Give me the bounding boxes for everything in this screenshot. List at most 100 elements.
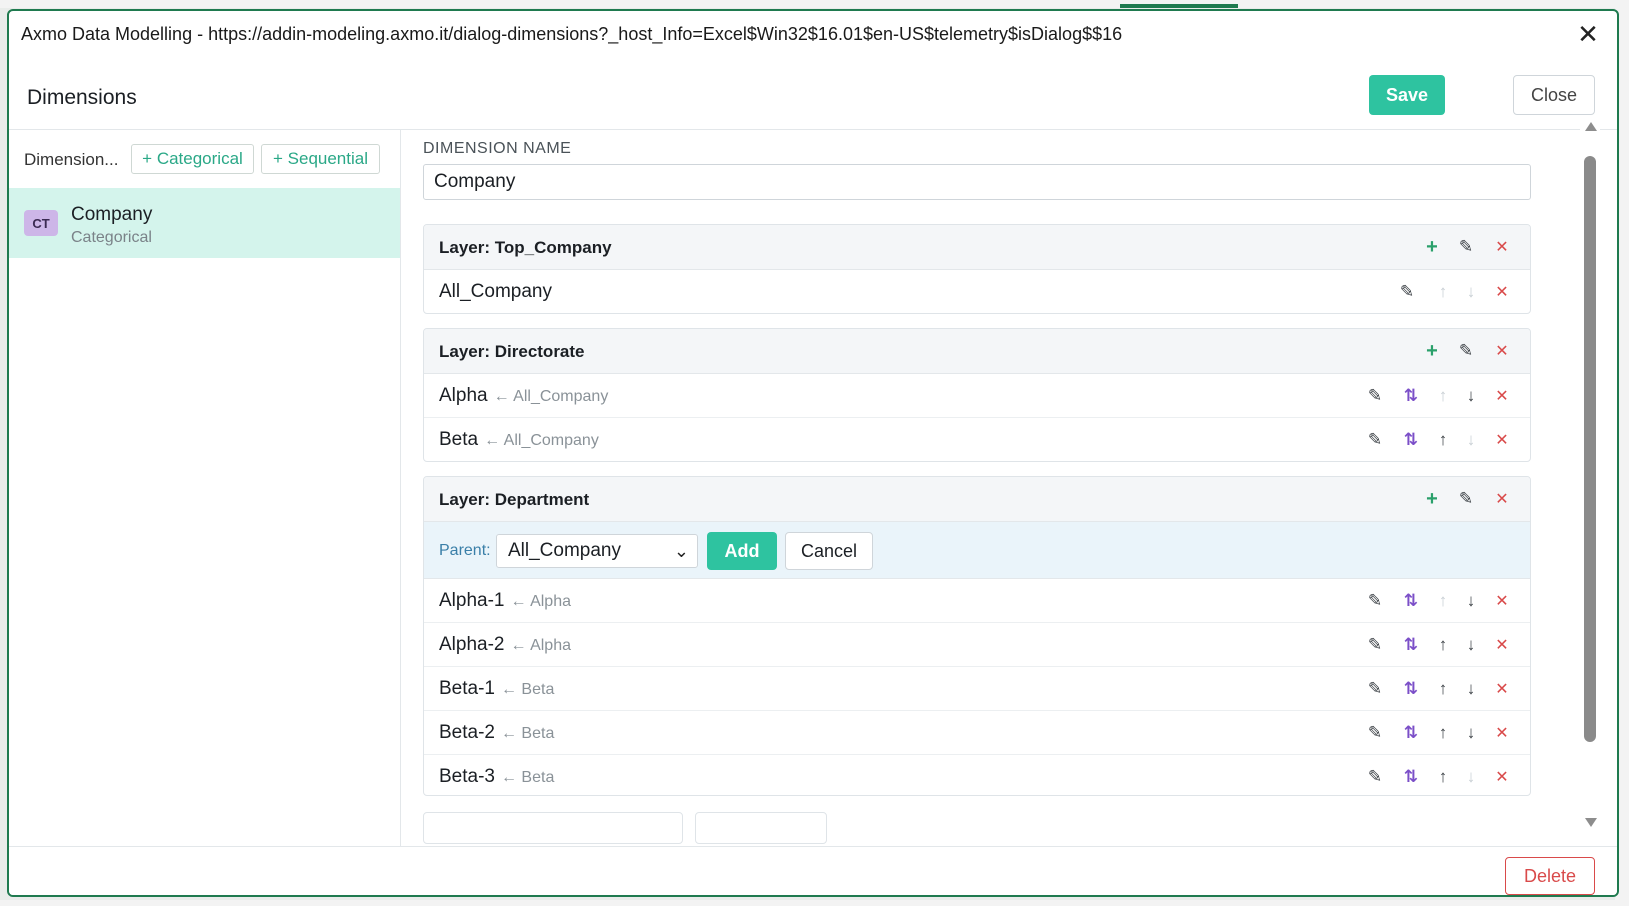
move-up-icon[interactable]: ↑	[1432, 678, 1454, 700]
member-row: Beta-3 ← Beta ✎ ⇅ ↑ ↓ ✕	[424, 755, 1530, 795]
move-down-icon: ↓	[1466, 429, 1476, 449]
delete-member-icon[interactable]: ✕	[1491, 634, 1513, 656]
dimension-editor-pane: DIMENSION NAME Layer: Top_Company + ✎ ✕ …	[401, 130, 1601, 846]
scroll-up-arrow-icon[interactable]	[1585, 122, 1597, 131]
member-name: Beta-1 ← Beta	[439, 678, 555, 699]
move-up-icon[interactable]: ↑	[1432, 722, 1454, 744]
edit-layer-icon[interactable]: ✎	[1455, 236, 1477, 258]
delete-layer-icon[interactable]: ✕	[1491, 236, 1513, 258]
add-sequential-button[interactable]: + Sequential	[261, 144, 380, 174]
move-up-icon[interactable]: ↑	[1432, 634, 1454, 656]
background-bottom-strip	[0, 900, 1629, 906]
move-up-icon: ↑	[1438, 590, 1448, 610]
change-parent-icon[interactable]: ⇅	[1400, 766, 1422, 788]
member-name: Alpha-2 ← Alpha	[439, 634, 571, 655]
delete-layer-icon[interactable]: ✕	[1491, 340, 1513, 362]
window-titlebar: Axmo Data Modelling - https://addin-mode…	[9, 11, 1617, 57]
member-name: Beta ← All_Company	[439, 429, 599, 450]
edit-layer-icon[interactable]: ✎	[1455, 488, 1477, 510]
dimensions-dialog: Axmo Data Modelling - https://addin-mode…	[7, 9, 1619, 897]
member-parent: ← Alpha	[510, 593, 571, 610]
delete-member-icon[interactable]: ✕	[1491, 385, 1513, 407]
dimension-list-pane: Dimension... + Categorical + Sequential …	[9, 130, 401, 846]
member-parent: ← Beta	[500, 725, 555, 742]
dimension-list-toolbar: Dimension... + Categorical + Sequential	[9, 130, 400, 189]
move-up-icon[interactable]: ↑	[1432, 429, 1454, 451]
edit-layer-icon[interactable]: ✎	[1455, 340, 1477, 362]
delete-member-icon[interactable]: ✕	[1491, 429, 1513, 451]
edit-member-icon[interactable]: ✎	[1396, 281, 1418, 303]
edit-member-icon[interactable]: ✎	[1364, 590, 1386, 612]
edit-member-icon[interactable]: ✎	[1364, 766, 1386, 788]
move-down-icon[interactable]: ↓	[1460, 722, 1482, 744]
member-parent: ← All_Company	[484, 432, 599, 449]
close-button[interactable]: Close	[1513, 75, 1595, 115]
dimension-name-label: DIMENSION NAME	[423, 140, 572, 157]
move-down-icon[interactable]: ↓	[1460, 590, 1482, 612]
member-row: Beta-1 ← Beta ✎ ⇅ ↑ ↓ ✕	[424, 667, 1530, 711]
member-name: All_Company	[439, 281, 552, 302]
move-down-icon[interactable]: ↓	[1460, 634, 1482, 656]
delete-member-icon[interactable]: ✕	[1491, 281, 1513, 303]
layer-card-top-company: Layer: Top_Company + ✎ ✕ All_Company ✎ ↑…	[423, 224, 1531, 314]
delete-button[interactable]: Delete	[1505, 857, 1595, 895]
move-up-icon: ↑	[1438, 281, 1448, 301]
dimension-name-input[interactable]	[423, 164, 1531, 200]
move-up-icon[interactable]: ↑	[1432, 766, 1454, 788]
change-parent-icon[interactable]: ⇅	[1400, 678, 1422, 700]
dialog-header: Dimensions Save Close	[9, 57, 1617, 130]
edit-member-icon[interactable]: ✎	[1364, 385, 1386, 407]
add-layer-control[interactable]	[423, 812, 683, 844]
layer-title: Layer: Top_Company	[439, 238, 612, 257]
member-parent: ← Beta	[500, 769, 555, 786]
layer-title: Layer: Department	[439, 490, 590, 509]
change-parent-icon[interactable]: ⇅	[1400, 385, 1422, 407]
delete-member-icon[interactable]: ✕	[1491, 678, 1513, 700]
background-top-strip	[0, 0, 1629, 8]
move-down-icon: ↓	[1466, 281, 1476, 301]
dialog-footer: Delete	[9, 846, 1617, 895]
layer-card-directorate: Layer: Directorate + ✎ ✕ Alpha ← All_Comp…	[423, 328, 1531, 462]
move-down-icon[interactable]: ↓	[1460, 385, 1482, 407]
delete-member-icon[interactable]: ✕	[1491, 722, 1513, 744]
delete-member-icon[interactable]: ✕	[1491, 766, 1513, 788]
member-row: Alpha ← All_Company ✎ ⇅ ↑ ↓ ✕	[424, 374, 1530, 418]
window-close-icon[interactable]: ✕	[1573, 19, 1603, 49]
change-parent-icon[interactable]: ⇅	[1400, 429, 1422, 451]
member-name: Beta-3 ← Beta	[439, 766, 555, 787]
change-parent-icon[interactable]: ⇅	[1400, 590, 1422, 612]
dimension-type-badge: CT	[24, 210, 58, 236]
member-name: Alpha ← All_Company	[439, 385, 609, 406]
change-parent-icon[interactable]: ⇅	[1400, 634, 1422, 656]
add-member-icon[interactable]: +	[1421, 340, 1443, 362]
edit-member-icon[interactable]: ✎	[1364, 722, 1386, 744]
secondary-control[interactable]	[695, 812, 827, 844]
layer-card-department: Layer: Department + ✎ ✕ Parent: All_Comp…	[423, 476, 1531, 796]
delete-member-icon[interactable]: ✕	[1491, 590, 1513, 612]
add-button[interactable]: Add	[707, 532, 777, 570]
save-button[interactable]: Save	[1369, 75, 1445, 115]
edit-member-icon[interactable]: ✎	[1364, 678, 1386, 700]
dimension-item-name: Company	[71, 204, 153, 225]
member-parent: ← Beta	[500, 681, 555, 698]
scrollbar-thumb[interactable]	[1584, 156, 1596, 742]
member-row: All_Company ✎ ↑ ↓ ✕	[424, 270, 1530, 313]
dimension-item-company[interactable]: CT Company Categorical	[9, 188, 400, 258]
dimension-item-type: Categorical	[71, 229, 152, 246]
page-title: Dimensions	[27, 86, 137, 109]
member-parent: ← Alpha	[510, 637, 571, 654]
edit-member-icon[interactable]: ✎	[1364, 634, 1386, 656]
add-member-icon[interactable]: +	[1421, 488, 1443, 510]
cancel-button[interactable]: Cancel	[785, 532, 873, 570]
move-down-icon[interactable]: ↓	[1460, 678, 1482, 700]
delete-layer-icon[interactable]: ✕	[1491, 488, 1513, 510]
edit-member-icon[interactable]: ✎	[1364, 429, 1386, 451]
add-member-icon[interactable]: +	[1421, 236, 1443, 258]
change-parent-icon[interactable]: ⇅	[1400, 722, 1422, 744]
member-row: Alpha-2 ← Alpha ✎ ⇅ ↑ ↓ ✕	[424, 623, 1530, 667]
window-title: Axmo Data Modelling - https://addin-mode…	[21, 23, 1123, 44]
parent-select[interactable]: All_Company ⌄	[496, 534, 698, 568]
add-categorical-button[interactable]: + Categorical	[131, 144, 254, 174]
layer-title: Layer: Directorate	[439, 342, 585, 361]
scroll-down-arrow-icon[interactable]	[1585, 818, 1597, 827]
